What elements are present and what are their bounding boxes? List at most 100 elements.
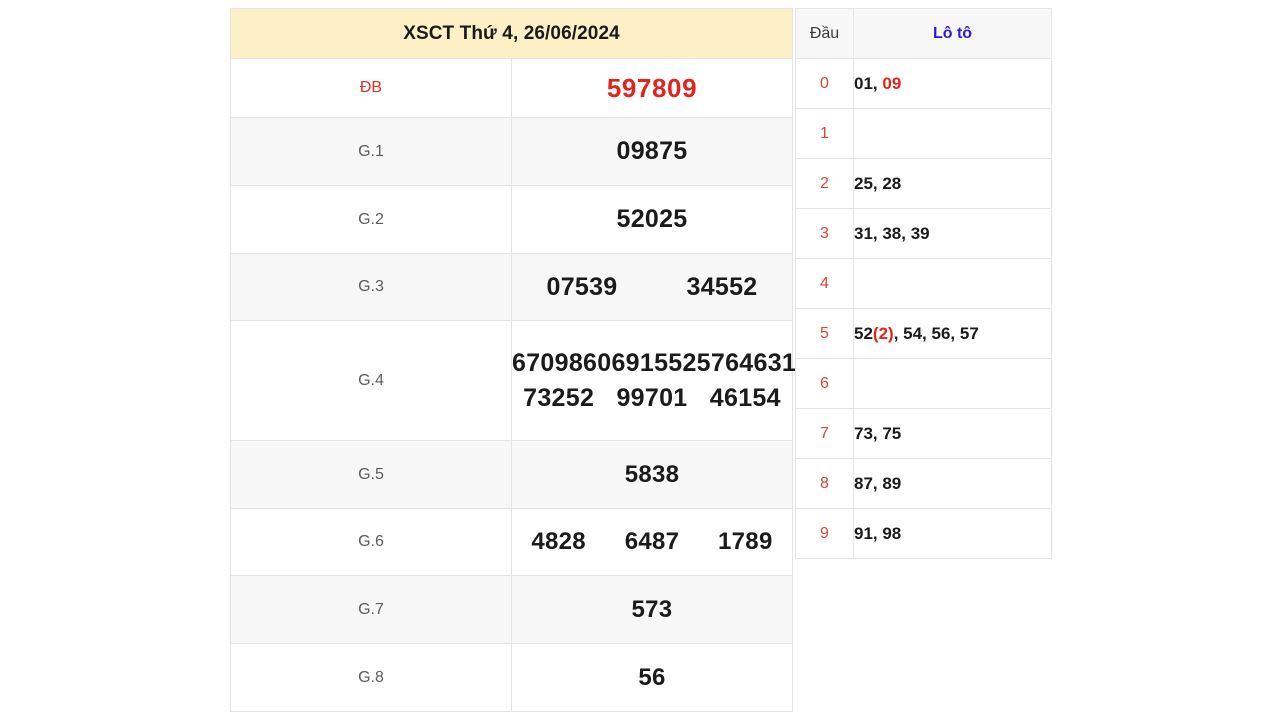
- loto-table: Đầu Lô tô 0 01, 09 1 2 25, 28 3 31, 38, 39 4 5 52…: [795, 8, 1052, 559]
- prize-number: 4828: [531, 528, 586, 555]
- prize-number: 99701: [616, 383, 688, 412]
- prize-values: 597809: [511, 58, 793, 118]
- loto-numbers: [853, 358, 1052, 409]
- prize-values: 52025: [511, 185, 793, 254]
- loto-dau-9: 9: [795, 508, 854, 559]
- prize-number-line: 07539 34552: [512, 273, 792, 302]
- page-title: XSCT Thứ 4, 26/06/2024: [230, 8, 793, 59]
- loto-header-row: Đầu Lô tô: [795, 8, 1052, 59]
- loto-numbers: 01, 09: [853, 58, 1052, 109]
- prize-number: 52025: [616, 205, 688, 233]
- prize-number: 6487: [624, 528, 680, 555]
- prize-label-g8: G.8: [230, 643, 512, 712]
- loto-numbers: 25, 28: [853, 158, 1052, 209]
- prize-number: 64631: [725, 348, 797, 377]
- loto-number: , 54, 56, 57: [893, 323, 979, 343]
- loto-dau-0: 0: [795, 58, 854, 109]
- prize-number-line: 4828 6487 1789: [512, 528, 792, 556]
- prize-label-g1: G.1: [230, 117, 512, 186]
- prize-number: 46154: [709, 383, 781, 412]
- loto-number: 31, 38, 39: [854, 223, 930, 243]
- loto-dau-7: 7: [795, 408, 854, 459]
- loto-header-loto: Lô tô: [853, 8, 1052, 59]
- loto-row: 1: [795, 108, 1052, 159]
- loto-numbers: 91, 98: [853, 508, 1052, 559]
- loto-number: 91, 98: [854, 523, 902, 543]
- prize-values: 56: [511, 643, 793, 712]
- prize-number-line: 09875: [512, 137, 792, 166]
- loto-number: 25, 28: [854, 173, 902, 193]
- loto-numbers: [853, 258, 1052, 309]
- loto-dau-5: 5: [795, 308, 854, 359]
- prize-row: ĐB 597809: [230, 58, 793, 118]
- loto-number: 87, 89: [854, 473, 902, 493]
- prize-label-g4: G.4: [230, 320, 512, 441]
- title-row: XSCT Thứ 4, 26/06/2024: [230, 8, 793, 59]
- loto-dau-6: 6: [795, 358, 854, 409]
- loto-numbers: 52(2), 54, 56, 57: [853, 308, 1052, 359]
- loto-dau-1: 1: [795, 108, 854, 159]
- prize-number-line: 5838: [512, 461, 792, 489]
- prize-table-body: XSCT Thứ 4, 26/06/2024: [230, 8, 793, 59]
- prize-number-line: 597809: [512, 73, 792, 104]
- prize-row: G.4 67098 60691 55257 64631 73252 99701 46154: [230, 320, 796, 441]
- prize-number-line: 67098 60691 55257 64631: [512, 348, 796, 378]
- prize-row: G.2 52025: [230, 185, 793, 254]
- prize-label-g7: G.7: [230, 575, 512, 644]
- prize-label-g6: G.6: [230, 508, 512, 576]
- prize-number: 597809: [606, 72, 698, 103]
- loto-row: 0 01, 09: [795, 58, 1052, 109]
- loto-row: 8 87, 89: [795, 458, 1052, 509]
- prize-number: 55257: [654, 348, 726, 377]
- prize-number-line: 73252 99701 46154: [512, 384, 792, 413]
- prize-values: 09875: [511, 117, 793, 186]
- loto-row: 3 31, 38, 39: [795, 208, 1052, 259]
- prize-number: 56: [638, 663, 666, 691]
- prize-values: 07539 34552: [511, 253, 793, 321]
- loto-header-dau: Đầu: [795, 8, 854, 59]
- prize-label-đb: ĐB: [230, 58, 512, 118]
- prize-number-line: 52025: [512, 205, 792, 234]
- prize-row: G.3 07539 34552: [230, 253, 793, 321]
- prize-values: 5838: [511, 440, 793, 509]
- prize-row: G.7 573: [230, 575, 793, 644]
- prize-number: 09875: [616, 137, 688, 165]
- loto-row: 9 91, 98: [795, 508, 1052, 559]
- loto-table-body: Đầu Lô tô: [795, 8, 1052, 59]
- loto-number: 52: [854, 323, 873, 343]
- loto-dau-4: 4: [795, 258, 854, 309]
- prize-row: G.8 56: [230, 643, 793, 712]
- loto-row: 4: [795, 258, 1052, 309]
- loto-number-highlight: (2): [872, 323, 894, 343]
- prize-row: G.5 5838: [230, 440, 793, 509]
- prize-number: 5838: [624, 460, 680, 488]
- loto-number-highlight: 09: [882, 73, 902, 93]
- prize-row: G.1 09875: [230, 117, 793, 186]
- prize-values: 573: [511, 575, 793, 644]
- prize-label-g5: G.5: [230, 440, 512, 509]
- loto-row: 2 25, 28: [795, 158, 1052, 209]
- loto-numbers: 31, 38, 39: [853, 208, 1052, 259]
- lottery-results-page: XSCT Thứ 4, 26/06/2024 ĐB 597809 G.1 09875 G…: [0, 0, 1280, 720]
- prize-number-line: 56: [512, 664, 792, 692]
- prize-label-g2: G.2: [230, 185, 512, 254]
- prize-number: 67098: [512, 348, 584, 377]
- loto-row: 7 73, 75: [795, 408, 1052, 459]
- prize-values: 4828 6487 1789: [511, 508, 793, 576]
- loto-number: 73, 75: [854, 423, 902, 443]
- loto-dau-8: 8: [795, 458, 854, 509]
- loto-dau-2: 2: [795, 158, 854, 209]
- loto-row: 6: [795, 358, 1052, 409]
- prize-number: 34552: [686, 272, 758, 301]
- prize-number: 60691: [583, 348, 655, 377]
- prize-number-line: 573: [512, 596, 792, 624]
- prize-values: 67098 60691 55257 64631 73252 99701 46154: [511, 320, 796, 441]
- prize-label-g3: G.3: [230, 253, 512, 321]
- loto-numbers: [853, 108, 1052, 159]
- prize-number: 73252: [523, 383, 595, 412]
- loto-rows: 0 01, 09 1 2 25, 28 3 31, 38, 39 4 5 52(2), 54, 5…: [795, 58, 1052, 559]
- loto-numbers: 73, 75: [853, 408, 1052, 459]
- loto-numbers: 87, 89: [853, 458, 1052, 509]
- prize-number: 573: [631, 595, 673, 623]
- prize-number: 1789: [718, 528, 773, 555]
